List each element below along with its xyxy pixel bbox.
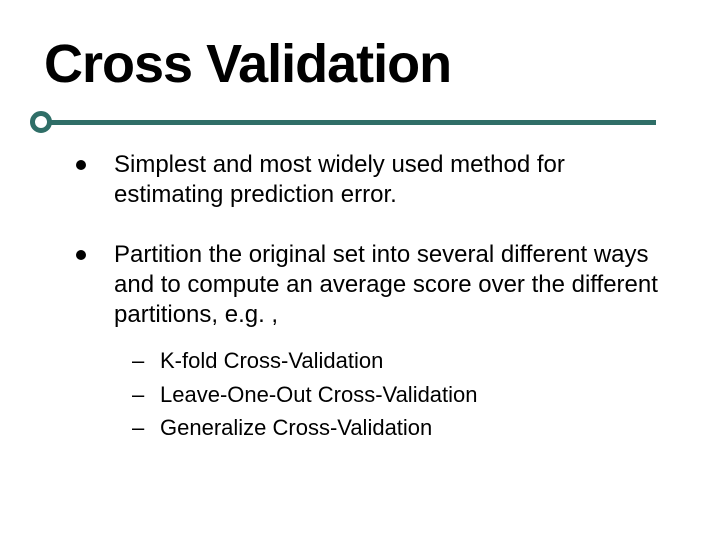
sublist-text: K-fold Cross-Validation <box>160 348 383 373</box>
sublist-item: – K-fold Cross-Validation <box>132 346 672 376</box>
sublist: – K-fold Cross-Validation – Leave-One-Ou… <box>72 346 672 443</box>
bullet-text: Simplest and most widely used method for… <box>114 151 565 208</box>
sublist-item: – Leave-One-Out Cross-Validation <box>132 380 672 410</box>
sublist-item: – Generalize Cross-Validation <box>132 413 672 443</box>
slide-body: Simplest and most widely used method for… <box>72 150 672 447</box>
bullet-dot-icon <box>76 250 86 260</box>
bullet-dot-icon <box>76 160 86 170</box>
title-underline <box>44 120 656 125</box>
dash-icon: – <box>132 413 144 443</box>
decor-circle-icon <box>30 111 52 133</box>
slide: Cross Validation Simplest and most widel… <box>0 0 720 540</box>
sublist-text: Generalize Cross-Validation <box>160 415 432 440</box>
bullet-item: Simplest and most widely used method for… <box>72 150 672 210</box>
bullet-text: Partition the original set into several … <box>114 241 658 328</box>
bullet-item: Partition the original set into several … <box>72 240 672 330</box>
slide-title: Cross Validation <box>44 36 451 93</box>
sublist-text: Leave-One-Out Cross-Validation <box>160 382 478 407</box>
dash-icon: – <box>132 380 144 410</box>
dash-icon: – <box>132 346 144 376</box>
